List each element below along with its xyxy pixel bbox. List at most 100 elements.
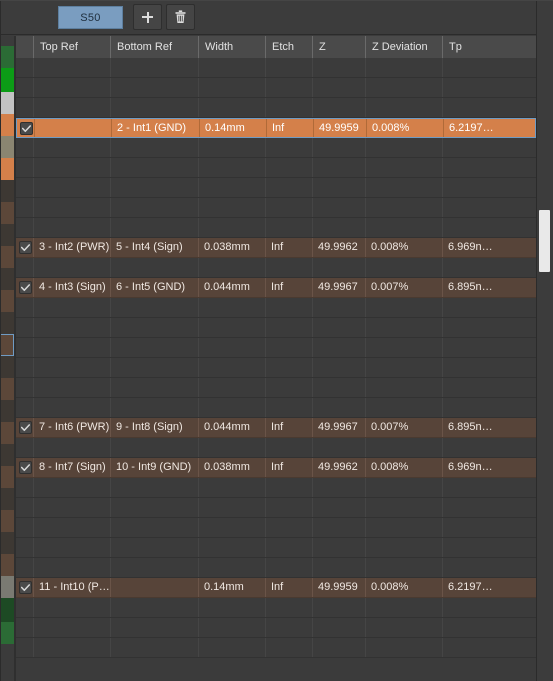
layer-color-swatch[interactable] bbox=[0, 378, 14, 400]
layer-color-swatch[interactable] bbox=[0, 224, 14, 246]
cell-top_ref[interactable]: 3 - Int2 (PWR) bbox=[33, 238, 110, 257]
layer-color-swatch[interactable] bbox=[0, 422, 14, 444]
cell-width[interactable]: 0.038mm bbox=[198, 458, 265, 477]
row-enable-checkbox[interactable] bbox=[18, 281, 32, 294]
column-header-tp[interactable]: Tp bbox=[442, 36, 536, 58]
cell-top_ref[interactable]: 11 - Int10 (P… bbox=[33, 578, 110, 597]
layer-color-swatch[interactable] bbox=[0, 114, 14, 136]
cell-etch[interactable]: Inf bbox=[265, 418, 312, 437]
cell-width[interactable]: 0.038mm bbox=[198, 238, 265, 257]
layer-color-swatch[interactable] bbox=[0, 510, 14, 532]
add-button[interactable] bbox=[133, 4, 162, 30]
cell-z_deviation[interactable]: 0.008% bbox=[366, 119, 443, 137]
cell-top_ref[interactable] bbox=[34, 119, 111, 137]
cell-z[interactable]: 49.9959 bbox=[312, 578, 365, 597]
vertical-scrollbar-thumb[interactable] bbox=[539, 210, 550, 272]
cell-etch[interactable]: Inf bbox=[265, 238, 312, 257]
delete-button[interactable] bbox=[166, 4, 195, 30]
layer-color-swatch[interactable] bbox=[0, 356, 14, 378]
cell-etch[interactable]: Inf bbox=[265, 578, 312, 597]
cell-z_deviation[interactable]: 0.007% bbox=[365, 418, 442, 437]
layer-color-swatch[interactable] bbox=[0, 622, 14, 644]
column-header-width[interactable]: Width bbox=[198, 36, 265, 58]
table-row-empty[interactable] bbox=[16, 178, 536, 198]
table-row-empty[interactable] bbox=[16, 98, 536, 118]
cell-bottom_ref[interactable]: 10 - Int9 (GND) bbox=[110, 458, 198, 477]
layer-color-swatch[interactable] bbox=[0, 36, 14, 46]
cell-width[interactable]: 0.14mm bbox=[199, 119, 266, 137]
table-row-empty[interactable] bbox=[16, 338, 536, 358]
row-enable-checkbox[interactable] bbox=[18, 421, 32, 434]
column-header-z_deviation[interactable]: Z Deviation bbox=[365, 36, 442, 58]
table-row-empty[interactable] bbox=[16, 638, 536, 658]
table-row-empty[interactable] bbox=[16, 78, 536, 98]
table-row[interactable]: 8 - Int7 (Sign) 10 - Int9 (GND) 0.038mm Inf… bbox=[16, 458, 536, 478]
cell-tp[interactable]: 6.895n… bbox=[442, 418, 536, 437]
layer-color-swatch[interactable] bbox=[0, 532, 14, 554]
column-header-etch[interactable]: Etch bbox=[265, 36, 312, 58]
table-row-empty[interactable] bbox=[16, 618, 536, 638]
row-enable-checkbox-cell[interactable] bbox=[16, 278, 34, 297]
layer-color-swatch[interactable] bbox=[0, 180, 14, 202]
cell-z[interactable]: 49.9959 bbox=[313, 119, 366, 137]
row-enable-checkbox-cell[interactable] bbox=[16, 238, 34, 257]
cell-etch[interactable]: Inf bbox=[266, 119, 313, 137]
cell-bottom_ref[interactable]: 9 - Int8 (Sign) bbox=[110, 418, 198, 437]
table-row-empty[interactable] bbox=[16, 498, 536, 518]
table-row[interactable]: 7 - Int6 (PWR) 9 - Int8 (Sign) 0.044mm Inf 4… bbox=[16, 418, 536, 438]
column-header-z[interactable]: Z bbox=[312, 36, 365, 58]
cell-width[interactable]: 0.044mm bbox=[198, 418, 265, 437]
table-row-empty[interactable] bbox=[16, 138, 536, 158]
layer-color-swatch[interactable] bbox=[0, 202, 14, 224]
cell-z[interactable]: 49.9967 bbox=[312, 418, 365, 437]
layer-color-swatch[interactable] bbox=[0, 68, 14, 92]
cell-z[interactable]: 49.9962 bbox=[312, 238, 365, 257]
table-row-empty[interactable] bbox=[16, 158, 536, 178]
layer-color-swatch[interactable] bbox=[0, 136, 14, 158]
layer-color-swatch[interactable] bbox=[0, 92, 14, 114]
cell-z[interactable]: 49.9962 bbox=[312, 458, 365, 477]
table-row-empty[interactable] bbox=[16, 58, 536, 78]
table-row-empty[interactable] bbox=[16, 598, 536, 618]
table-row[interactable]: 4 - Int3 (Sign) 6 - Int5 (GND) 0.044mm Inf 4… bbox=[16, 278, 536, 298]
table-row-empty[interactable] bbox=[16, 518, 536, 538]
cell-etch[interactable]: Inf bbox=[265, 278, 312, 297]
cell-top_ref[interactable]: 4 - Int3 (Sign) bbox=[33, 278, 110, 297]
layer-color-swatch[interactable] bbox=[0, 334, 14, 356]
vertical-scrollbar-track[interactable] bbox=[536, 0, 553, 681]
table-row-empty[interactable] bbox=[16, 478, 536, 498]
column-header-bottom_ref[interactable]: Bottom Ref bbox=[110, 36, 198, 58]
layer-color-swatch[interactable] bbox=[0, 158, 14, 180]
cell-width[interactable]: 0.044mm bbox=[198, 278, 265, 297]
layer-color-swatch[interactable] bbox=[0, 246, 14, 268]
layer-color-strip[interactable] bbox=[0, 36, 14, 681]
layer-color-swatch[interactable] bbox=[0, 290, 14, 312]
cell-top_ref[interactable]: 7 - Int6 (PWR) bbox=[33, 418, 110, 437]
cell-bottom_ref[interactable]: 5 - Int4 (Sign) bbox=[110, 238, 198, 257]
cell-z[interactable]: 49.9967 bbox=[312, 278, 365, 297]
row-enable-checkbox[interactable] bbox=[18, 241, 32, 254]
table-row-empty[interactable] bbox=[16, 558, 536, 578]
row-enable-checkbox-cell[interactable] bbox=[16, 458, 34, 477]
cell-tp[interactable]: 6.969n… bbox=[442, 238, 536, 257]
cell-z_deviation[interactable]: 0.008% bbox=[365, 238, 442, 257]
table-row-empty[interactable] bbox=[16, 538, 536, 558]
cell-z_deviation[interactable]: 0.008% bbox=[365, 578, 442, 597]
layer-color-swatch[interactable] bbox=[0, 554, 14, 576]
table-row-empty[interactable] bbox=[16, 358, 536, 378]
table-row-empty[interactable] bbox=[16, 258, 536, 278]
cell-z_deviation[interactable]: 0.007% bbox=[365, 278, 442, 297]
row-enable-checkbox-cell[interactable] bbox=[17, 119, 35, 138]
table-row-empty[interactable] bbox=[16, 378, 536, 398]
cell-width[interactable]: 0.14mm bbox=[198, 578, 265, 597]
table-row-empty[interactable] bbox=[16, 198, 536, 218]
cell-bottom_ref[interactable]: 2 - Int1 (GND) bbox=[111, 119, 199, 137]
layer-color-swatch[interactable] bbox=[0, 488, 14, 510]
layer-color-swatch[interactable] bbox=[0, 400, 14, 422]
layer-color-swatch[interactable] bbox=[0, 576, 14, 598]
layer-color-swatch[interactable] bbox=[0, 598, 14, 622]
cell-tp[interactable]: 6.2197… bbox=[442, 578, 536, 597]
row-enable-checkbox[interactable] bbox=[19, 122, 33, 135]
stackup-tab-s50[interactable]: S50 bbox=[58, 6, 123, 29]
table-row[interactable]: 2 - Int1 (GND) 0.14mm Inf 49.9959 0.008% 6.21… bbox=[16, 118, 536, 138]
